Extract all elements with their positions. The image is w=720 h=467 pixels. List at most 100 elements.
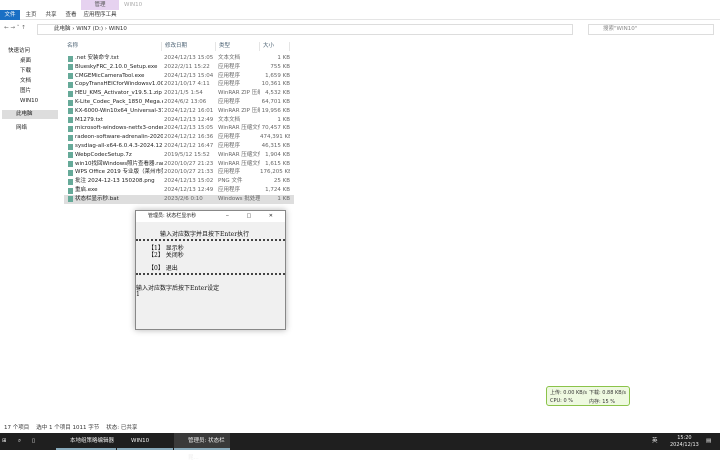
file-date: 2020/10/27 21:23 — [164, 160, 214, 167]
file-icon — [68, 125, 73, 132]
file-type: 应用程序 — [218, 143, 241, 149]
file-date: 2023/2/6 0:10 — [164, 195, 203, 202]
task-view-icon[interactable]: ▯ — [32, 433, 35, 450]
console-option-0: 【0】 退出 — [148, 265, 178, 272]
file-icon — [68, 152, 73, 159]
file-row[interactable]: CopyTransHEICforWindowsv1.009.exe 2021/1… — [64, 80, 294, 89]
file-row[interactable]: .net 安装命令.txt 2024/12/13 15:05 文本文档 1 KB — [64, 54, 294, 63]
file-row[interactable]: WebpCodecSetup.7z 2019/5/12 15:52 WinRAR… — [64, 151, 294, 160]
column-type[interactable]: 类型 — [216, 42, 260, 51]
console-window[interactable]: 管理员: 状态栏显示秒 ‒ □ ✕ 输入对应数字并且按下Enter执行 【1】 … — [135, 210, 286, 330]
start-icon[interactable]: ⊞ — [2, 433, 7, 450]
file-name: WPS Office 2019 专业版（莱州市莞邑... — [75, 169, 163, 176]
file-icon — [68, 73, 73, 80]
file-row[interactable]: K-Lite_Codec_Pack_1850_Mega.exe 2024/6/2… — [64, 98, 294, 107]
sidebar-quick-access[interactable]: 快速访问 — [8, 47, 56, 56]
file-name: 批注 2024-12-13 150208.png — [75, 178, 155, 185]
console-title-bar[interactable]: 管理员: 状态栏显示秒 ‒ □ ✕ — [136, 211, 285, 222]
file-date: 2024/12/13 12:49 — [164, 116, 214, 123]
window-title: WIN10 — [124, 2, 143, 8]
file-row[interactable]: win10找回Windows照片查看器.rar 2020/10/27 21:23… — [64, 160, 294, 169]
file-row[interactable]: WPS Office 2019 专业版（莱州市莞邑... 2020/10/27 … — [64, 168, 294, 177]
file-row[interactable]: M1279.txt 2024/12/13 12:49 文本文档 1 KB — [64, 116, 294, 125]
tab-home[interactable]: 主页 — [22, 10, 40, 20]
file-row[interactable]: 批注 2024-12-13 150208.png 2024/12/13 15:0… — [64, 177, 294, 186]
sidebar-win10[interactable]: WIN10 — [20, 97, 68, 106]
address-bar[interactable]: 此电脑 › WIN7 (D:) › WIN10 — [37, 24, 573, 35]
tab-view[interactable]: 查看 — [62, 10, 80, 20]
console-ask: 输入对应数字后按下Enter设定 — [136, 285, 220, 292]
tab-file[interactable]: 文件 — [0, 10, 20, 20]
memory-usage: 内存: 15 % — [589, 399, 615, 405]
file-icon — [68, 99, 73, 106]
sidebar-documents[interactable]: 文档 — [20, 77, 68, 86]
file-icon — [68, 196, 73, 203]
sidebar-desktop[interactable]: 桌面 — [20, 57, 68, 66]
console-input[interactable]: 1 — [136, 291, 140, 298]
file-icon — [68, 117, 73, 124]
column-date[interactable]: 修改日期 — [162, 42, 216, 51]
taskbar-app-explorer[interactable]: WIN10 — [117, 433, 173, 450]
file-name: HEU_KMS_Activator_v19.5.1.zip — [75, 90, 162, 97]
file-size: 474,391 KB — [260, 134, 290, 141]
file-row[interactable]: microsoft-windows-netfx3-ondeman... 2024… — [64, 124, 294, 133]
file-row[interactable]: sysdiag-all-x64-6.0.4.3-2024.12.11.1.e..… — [64, 142, 294, 151]
file-row[interactable]: 状态栏显示秒.bat 2023/2/6 0:10 Windows 批处理... … — [64, 194, 294, 204]
back-forward-icon[interactable]: ← → ˅ ↑ — [4, 25, 26, 31]
file-size: 176,205 KB — [260, 169, 290, 176]
column-name[interactable]: 名称 — [64, 42, 162, 51]
file-size: 1,659 KB — [265, 72, 290, 79]
sidebar-network[interactable]: 网络 — [16, 124, 64, 133]
taskbar-app-console[interactable]: 管理员: 状态栏昆... — [174, 433, 230, 461]
file-date: 2024/12/12 16:01 — [164, 107, 214, 114]
console-title: 管理员: 状态栏显示秒 — [148, 213, 197, 219]
tab-app-tools[interactable]: 应用程序工具 — [82, 10, 118, 20]
file-icon — [68, 81, 73, 88]
file-type: 文本文档 — [218, 55, 241, 61]
file-row[interactable]: CMGEMicCameraTool.exe 2024/12/13 15:04 应… — [64, 72, 294, 81]
file-name: win10找回Windows照片查看器.rar — [75, 160, 163, 167]
file-type: WinRAR 压缩文件 — [218, 160, 260, 167]
item-count: 17 个项目 — [4, 425, 30, 431]
file-row[interactable]: radeon-software-adrenalin-2020-22.... 20… — [64, 133, 294, 142]
file-icon — [68, 134, 73, 141]
file-row[interactable]: HEU_KMS_Activator_v19.5.1.zip 2021/1/5 1… — [64, 89, 294, 98]
context-tab-manage[interactable]: 管理 — [81, 0, 119, 10]
file-type: WinRAR ZIP 压缩... — [218, 90, 260, 97]
file-type: 应用程序 — [218, 99, 241, 105]
network-monitor: 上传: 0.00 KB/s 下载: 0.88 KB/s CPU: 0 % 内存:… — [546, 386, 630, 406]
file-type: Windows 批处理... — [218, 195, 260, 202]
file-row[interactable]: 重启.exe 2024/12/13 12:49 应用程序 1,724 KB — [64, 186, 294, 195]
file-type: WinRAR 压缩文件 — [218, 151, 260, 158]
file-row[interactable]: KX-6000-Win10x64_Universal-37.00.4... 20… — [64, 107, 294, 116]
file-date: 2024/12/13 15:05 — [164, 55, 214, 61]
file-date: 2024/12/13 15:02 — [164, 178, 214, 185]
file-size: 19,956 KB — [261, 107, 290, 114]
file-size: 1 KB — [277, 116, 290, 123]
taskbar-app-gpedit[interactable]: 本地组策略编辑器 — [56, 433, 116, 450]
file-name: BlueskyFRC_2.10.0_Setup.exe — [75, 63, 158, 70]
window-controls-icon[interactable]: ‒ □ ✕ — [226, 211, 281, 222]
notification-icon[interactable]: ▤ — [706, 433, 711, 450]
sidebar-this-pc[interactable]: 此电脑 — [2, 110, 58, 119]
file-date: 2024/12/12 16:47 — [164, 143, 214, 149]
search-input[interactable]: 搜索"WIN10" — [588, 24, 714, 35]
file-icon — [68, 187, 73, 194]
file-row[interactable]: BlueskyFRC_2.10.0_Setup.exe 2022/2/11 15… — [64, 63, 294, 72]
file-size: 70,457 KB — [261, 125, 290, 132]
ime-indicator[interactable]: 英 — [652, 433, 658, 450]
file-name: .net 安装命令.txt — [75, 55, 119, 61]
column-size[interactable]: 大小 — [260, 42, 290, 51]
search-icon[interactable]: ⌕ — [18, 433, 21, 450]
file-type: 应用程序 — [218, 63, 241, 70]
sidebar-pictures[interactable]: 图片 — [20, 87, 68, 96]
sidebar-downloads[interactable]: 下载 — [20, 67, 68, 76]
file-icon — [68, 169, 73, 176]
file-date: 2024/12/13 15:05 — [164, 125, 214, 132]
file-icon — [68, 143, 73, 150]
tab-share[interactable]: 共享 — [42, 10, 60, 20]
sidebar: 快速访问 桌面 下载 文档 图片 WIN10 此电脑 网络 — [0, 44, 62, 424]
console-option-2: 【2】 关闭秒 — [148, 252, 184, 259]
file-date: 2024/12/12 16:36 — [164, 134, 214, 141]
clock[interactable]: 15:20 2024/12/13 — [670, 435, 699, 452]
